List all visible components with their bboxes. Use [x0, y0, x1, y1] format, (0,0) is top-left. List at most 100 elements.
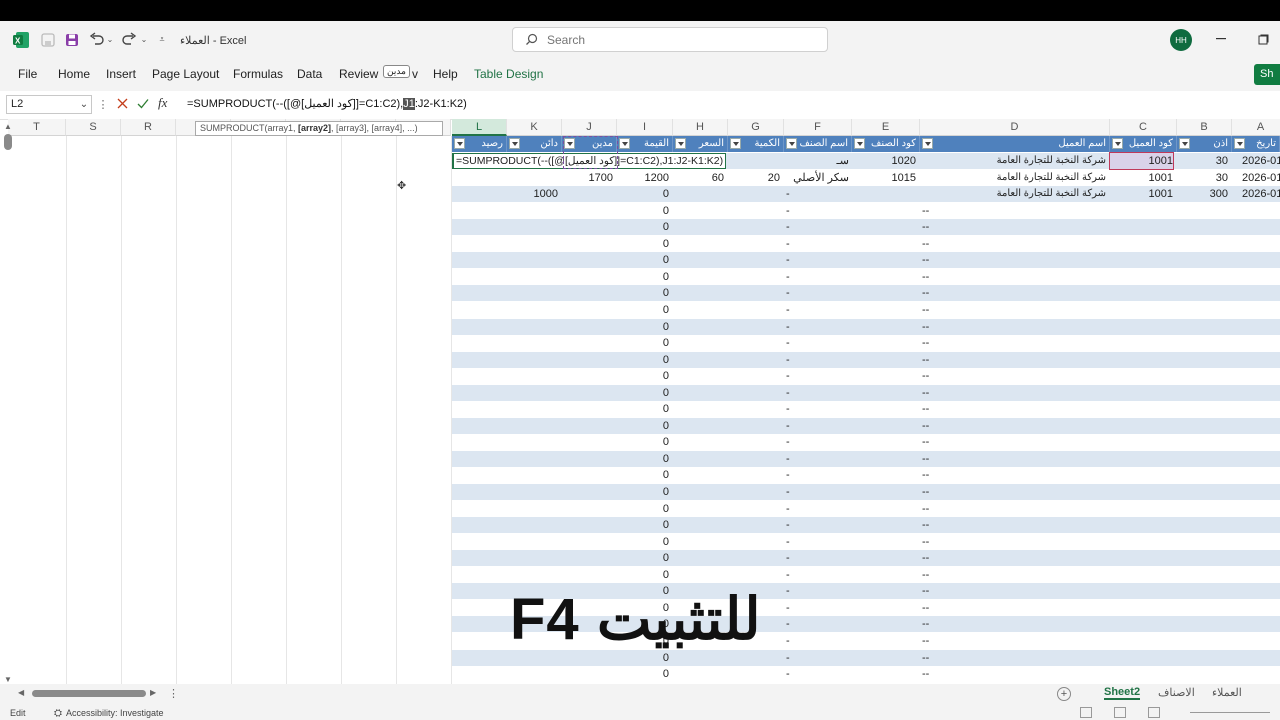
- table-cell-i[interactable]: 0: [617, 666, 669, 682]
- table-cell-d[interactable]: شركة النخبة للتجارة العامة: [920, 170, 1106, 186]
- table-cell-i[interactable]: 0: [617, 534, 669, 550]
- vertical-scrollbar-thumb[interactable]: [4, 134, 12, 150]
- name-box-chevron-icon[interactable]: ⌄: [78, 98, 90, 110]
- table-cell-e[interactable]: --: [922, 633, 929, 649]
- table-cell-i[interactable]: 0: [617, 517, 669, 533]
- table-cell-f[interactable]: -: [786, 600, 790, 616]
- table-cell-e[interactable]: --: [922, 517, 929, 533]
- table-cell-i[interactable]: 0: [617, 434, 669, 450]
- table-cell-i[interactable]: 0: [617, 368, 669, 384]
- insert-function-icon[interactable]: fx: [158, 95, 167, 111]
- table-cell-i[interactable]: 0: [617, 236, 669, 252]
- tab-home[interactable]: Home: [58, 67, 90, 81]
- table-cell-k[interactable]: 1000: [507, 186, 558, 202]
- table-cell-f[interactable]: -: [786, 467, 790, 483]
- table-cell-e[interactable]: --: [922, 385, 929, 401]
- tab-formulas[interactable]: Formulas: [233, 67, 283, 81]
- table-cell-e[interactable]: --: [922, 666, 929, 682]
- table-cell-e[interactable]: --: [922, 650, 929, 666]
- sheet-tab-items[interactable]: الاصناف: [1158, 686, 1195, 699]
- page-break-view-icon[interactable]: [1148, 707, 1160, 718]
- table-cell-f[interactable]: -: [786, 352, 790, 368]
- search-box[interactable]: [512, 27, 828, 52]
- sheet-tab-customers[interactable]: العملاء: [1212, 686, 1242, 699]
- column-header-g[interactable]: G: [728, 119, 784, 136]
- table-cell-f[interactable]: -: [786, 567, 790, 583]
- table-cell-a[interactable]: 2026-01: [1242, 170, 1280, 186]
- table-cell-c[interactable]: 1001: [1110, 186, 1173, 202]
- table-cell-f[interactable]: -: [786, 252, 790, 268]
- horizontal-scrollbar-thumb[interactable]: [32, 690, 146, 697]
- filter-dropdown-icon[interactable]: [1234, 138, 1245, 149]
- table-cell-j[interactable]: 1700: [562, 170, 613, 186]
- table-header-h[interactable]: السعر: [673, 136, 728, 152]
- table-cell-i[interactable]: 0: [617, 285, 669, 301]
- enter-icon[interactable]: [136, 96, 150, 110]
- tab-view[interactable]: v: [412, 67, 418, 81]
- table-header-k[interactable]: دائن: [507, 136, 562, 152]
- table-cell-e[interactable]: --: [922, 401, 929, 417]
- table-cell-i[interactable]: 0: [617, 269, 669, 285]
- table-cell-f[interactable]: -: [786, 501, 790, 517]
- table-header-b[interactable]: اذن: [1177, 136, 1232, 152]
- more-options-icon[interactable]: ⋮: [98, 98, 109, 111]
- filter-dropdown-icon[interactable]: [675, 138, 686, 149]
- vertical-scroll-down-arrow[interactable]: ▼: [4, 675, 12, 684]
- filter-dropdown-icon[interactable]: [1179, 138, 1190, 149]
- table-cell-i[interactable]: 0: [617, 186, 669, 202]
- sheet-tab-sheet2[interactable]: Sheet2: [1104, 686, 1141, 700]
- accessibility-status[interactable]: Accessibility: Investigate: [66, 708, 164, 718]
- table-cell-f[interactable]: -: [786, 319, 790, 335]
- redo-dropdown-chevron-icon[interactable]: ⌄: [140, 34, 148, 44]
- table-cell-f[interactable]: -: [786, 335, 790, 351]
- tab-insert[interactable]: Insert: [106, 67, 136, 81]
- table-cell-e[interactable]: --: [922, 219, 929, 235]
- table-cell-e[interactable]: --: [922, 467, 929, 483]
- table-cell-i[interactable]: 0: [617, 385, 669, 401]
- table-cell-f[interactable]: -: [786, 269, 790, 285]
- tab-page-layout[interactable]: Page Layout: [152, 67, 219, 81]
- table-cell-f[interactable]: -: [786, 434, 790, 450]
- table-cell-e[interactable]: --: [922, 285, 929, 301]
- filter-dropdown-icon[interactable]: [1112, 138, 1123, 149]
- table-cell-i[interactable]: 0: [617, 451, 669, 467]
- accessibility-icon[interactable]: ⛭: [52, 707, 64, 719]
- column-header-h[interactable]: H: [673, 119, 728, 136]
- table-cell-b[interactable]: 30: [1177, 170, 1228, 186]
- table-cell-i[interactable]: 0: [617, 550, 669, 566]
- table-cell-e[interactable]: --: [922, 600, 929, 616]
- column-header-a[interactable]: A: [1232, 119, 1280, 136]
- customize-toolbar-icon[interactable]: ⩡: [156, 33, 168, 45]
- search-input[interactable]: [547, 32, 807, 47]
- filter-dropdown-icon[interactable]: [854, 138, 865, 149]
- column-header-r[interactable]: R: [121, 119, 176, 136]
- table-cell-e[interactable]: --: [922, 352, 929, 368]
- cancel-icon[interactable]: [115, 96, 129, 110]
- table-cell-i[interactable]: 0: [617, 501, 669, 517]
- column-header-t[interactable]: T: [8, 119, 66, 136]
- table-cell-i[interactable]: 0: [617, 484, 669, 500]
- tab-table-design[interactable]: Table Design: [474, 67, 543, 81]
- autosave-icon[interactable]: [40, 32, 56, 48]
- table-cell-e[interactable]: --: [922, 269, 929, 285]
- filter-dropdown-icon[interactable]: [454, 138, 465, 149]
- avatar[interactable]: HH: [1170, 29, 1192, 51]
- table-cell-e[interactable]: --: [922, 534, 929, 550]
- table-cell-e[interactable]: --: [922, 368, 929, 384]
- filter-dropdown-icon[interactable]: [786, 138, 797, 149]
- table-cell-d[interactable]: شركة النخبة للتجارة العامة: [920, 186, 1106, 202]
- filter-dropdown-icon[interactable]: [922, 138, 933, 149]
- page-layout-view-icon[interactable]: [1114, 707, 1126, 718]
- table-header-l[interactable]: رصيد: [452, 136, 507, 152]
- table-cell-i[interactable]: 0: [617, 219, 669, 235]
- tab-file[interactable]: File: [18, 67, 37, 81]
- table-cell-i[interactable]: 1200: [617, 170, 669, 186]
- table-cell-e[interactable]: --: [922, 501, 929, 517]
- table-cell-e[interactable]: --: [922, 335, 929, 351]
- table-cell-f[interactable]: -: [786, 550, 790, 566]
- scroll-right-arrow[interactable]: ▶: [150, 688, 156, 697]
- table-cell-e[interactable]: --: [922, 451, 929, 467]
- table-cell-e[interactable]: --: [922, 567, 929, 583]
- table-cell-i[interactable]: 0: [617, 418, 669, 434]
- save-icon[interactable]: [64, 32, 80, 48]
